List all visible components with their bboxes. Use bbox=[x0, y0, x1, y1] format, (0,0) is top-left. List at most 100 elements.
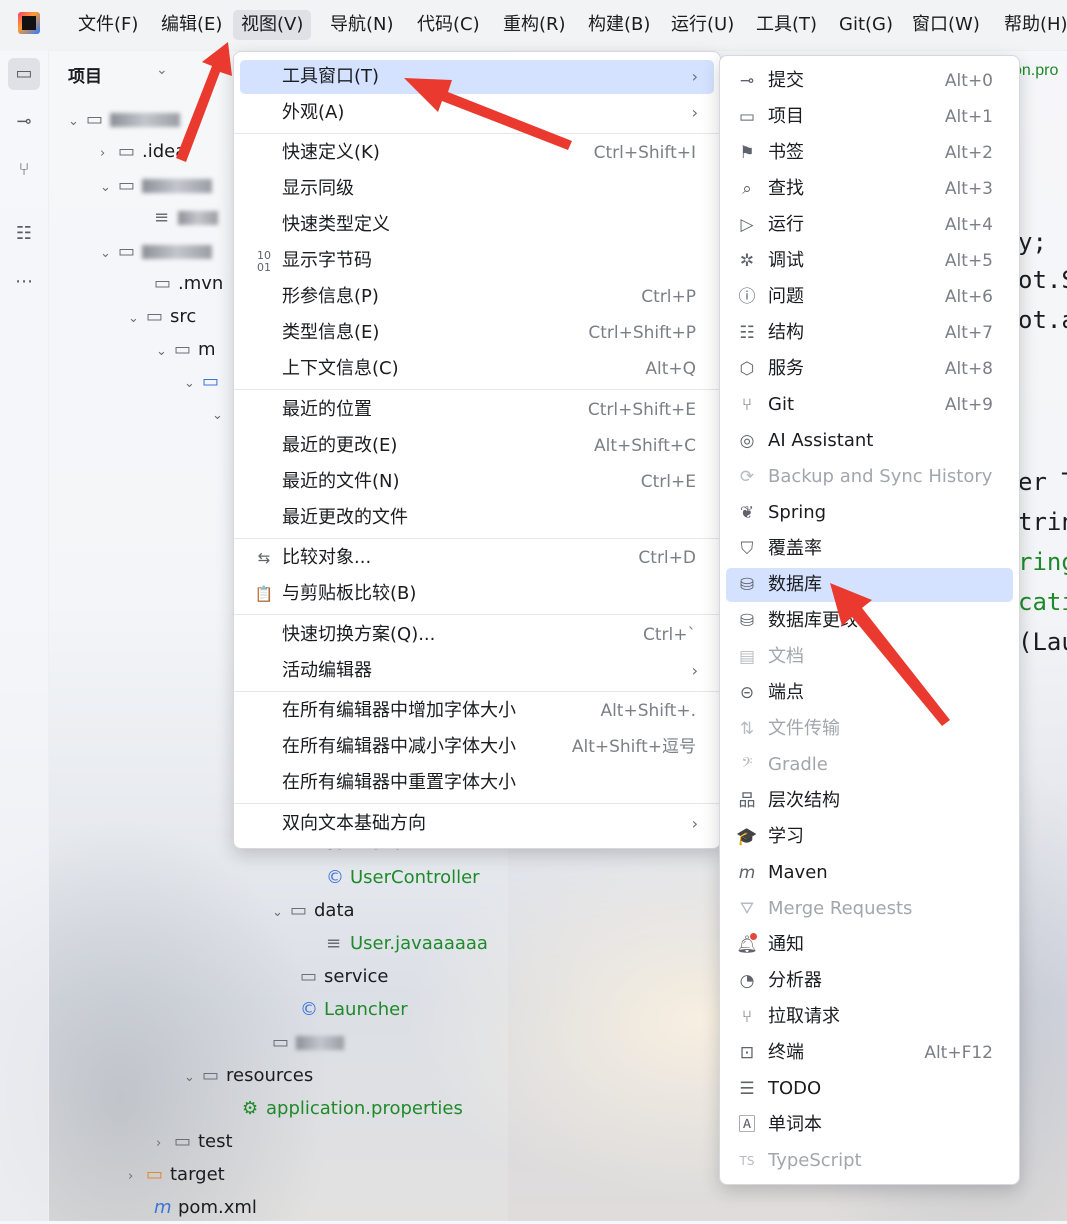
chevron-right-icon: › bbox=[691, 814, 698, 833]
menu-item-label: 提交 bbox=[768, 70, 804, 91]
tool-window-file-transfer[interactable]: ⇅ 文件传输 bbox=[726, 712, 1013, 746]
project-folder-icon[interactable]: ▭ bbox=[8, 58, 40, 90]
view-menu-quick-type-definition[interactable]: 快速类型定义 bbox=[240, 208, 714, 242]
tool-window-notifications[interactable]: 🔔︎ 通知 bbox=[726, 928, 1013, 962]
tree-row-usercontroller[interactable]: © UserController bbox=[326, 862, 480, 894]
tool-window-merge-requests[interactable]: ⛛ Merge Requests bbox=[726, 892, 1013, 926]
tree-label: User.javaaaaaa bbox=[350, 933, 488, 954]
tool-window-structure[interactable]: ☷ 结构 Alt+7 bbox=[726, 316, 1013, 350]
tool-window-endpoints[interactable]: ⊝ 端点 bbox=[726, 676, 1013, 710]
tool-window-documentation[interactable]: ▤ 文档 bbox=[726, 640, 1013, 674]
tree-row-main[interactable]: ⌄ ▭ m bbox=[156, 334, 216, 366]
tool-window-typescript[interactable]: TS TypeScript bbox=[726, 1144, 1013, 1178]
tool-window-todo[interactable]: ☰ TODO bbox=[726, 1072, 1013, 1106]
tool-window-ai-assistant[interactable]: ◎ AI Assistant bbox=[726, 424, 1013, 458]
menu-item-label: 类型信息(E) bbox=[282, 322, 380, 343]
view-menu-recently-changed-files[interactable]: 最近更改的文件 bbox=[240, 501, 714, 535]
tree-row-root[interactable]: ⌄ ▭ bbox=[68, 104, 180, 136]
tool-window-debug[interactable]: ✲ 调试 Alt+5 bbox=[726, 244, 1013, 278]
view-menu-show-siblings[interactable]: 显示同级 bbox=[240, 172, 714, 206]
tree-row-mvn[interactable]: ▭ .mvn bbox=[154, 268, 223, 300]
view-menu-recent-files[interactable]: 最近的文件(N) Ctrl+E bbox=[240, 465, 714, 499]
tool-window-hierarchy[interactable]: 品层次结构 bbox=[726, 784, 1013, 818]
tool-window-gradle[interactable]: 𝄢 Gradle bbox=[726, 748, 1013, 782]
tool-window-spring[interactable]: ❦ Spring bbox=[726, 496, 1013, 530]
view-menu-recent-locations[interactable]: 最近的位置 Ctrl+Shift+E bbox=[240, 393, 714, 427]
tree-row-resources[interactable]: ⌄ ▭ resources bbox=[184, 1060, 313, 1092]
view-menu-active-editor[interactable]: 活动编辑器 › bbox=[240, 654, 714, 688]
tool-window-database-changes[interactable]: ⛁ 数据库更改 bbox=[726, 604, 1013, 638]
tree-row-application-properties[interactable]: ⚙ application.properties bbox=[242, 1093, 463, 1125]
tree-row-java[interactable]: ⌄ ▭ bbox=[184, 366, 226, 398]
view-menu-decrease-font[interactable]: 在所有编辑器中减小字体大小 Alt+Shift+逗号 bbox=[240, 730, 714, 764]
menu-edit[interactable]: 编辑(E) bbox=[153, 10, 230, 40]
tool-window-database[interactable]: ⛁ 数据库 bbox=[726, 568, 1013, 602]
properties-icon: ⚙ bbox=[242, 1098, 259, 1119]
tool-window-project[interactable]: ▭ 项目 Alt+1 bbox=[726, 100, 1013, 134]
tree-row-service[interactable]: ▭ service bbox=[300, 961, 388, 993]
menu-build[interactable]: 构建(B) bbox=[580, 10, 658, 40]
menu-tools[interactable]: 工具(T) bbox=[748, 10, 825, 40]
view-menu-bidi-direction[interactable]: 双向文本基础方向 › bbox=[240, 807, 714, 841]
menu-run[interactable]: 运行(U) bbox=[663, 10, 742, 40]
menu-view[interactable]: 视图(V) bbox=[233, 10, 312, 40]
menu-code[interactable]: 代码(C) bbox=[409, 10, 488, 40]
tool-window-find[interactable]: ⌕ 查找 Alt+3 bbox=[726, 172, 1013, 206]
tool-window-git[interactable]: ⑂ Git Alt+9 bbox=[726, 388, 1013, 422]
view-menu-context-info[interactable]: 上下文信息(C) Alt+Q bbox=[240, 352, 714, 386]
view-menu-increase-font[interactable]: 在所有编辑器中增加字体大小 Alt+Shift+. bbox=[240, 694, 714, 728]
tool-window-terminal[interactable]: ⊡ 终端 Alt+F12 bbox=[726, 1036, 1013, 1070]
tool-window-maven[interactable]: m Maven bbox=[726, 856, 1013, 890]
terminal-icon: ⊡ bbox=[739, 1043, 755, 1063]
view-menu-reset-font[interactable]: 在所有编辑器中重置字体大小 bbox=[240, 766, 714, 800]
menu-help[interactable]: 帮助(H) bbox=[996, 10, 1067, 40]
commit-icon[interactable]: ⊸ bbox=[12, 110, 36, 134]
view-menu-type-info[interactable]: 类型信息(E) Ctrl+Shift+P bbox=[240, 316, 714, 350]
view-menu-parameter-info[interactable]: 形参信息(P) Ctrl+P bbox=[240, 280, 714, 314]
tool-window-pull-requests[interactable]: ⑂ 拉取请求 bbox=[726, 1000, 1013, 1034]
pull-requests-icon[interactable]: ⑂ bbox=[12, 158, 36, 182]
tool-window-problems[interactable]: ⓘ 问题 Alt+6 bbox=[726, 280, 1013, 314]
view-menu-quick-definition[interactable]: 快速定义(K) Ctrl+Shift+I bbox=[240, 136, 714, 170]
tree-row-module[interactable]: ⌄ ▭ bbox=[100, 236, 212, 268]
structure-icon[interactable]: ☷ bbox=[12, 222, 36, 246]
view-menu-compare-clipboard[interactable]: 📋 与剪贴板比较(B) bbox=[240, 577, 714, 611]
menu-navigate[interactable]: 导航(N) bbox=[322, 10, 402, 40]
tool-window-profiler[interactable]: ◔ 分析器 bbox=[726, 964, 1013, 998]
tree-row-target[interactable]: › ▭ target bbox=[128, 1159, 225, 1191]
view-menu-appearance[interactable]: 外观(A) › bbox=[240, 96, 714, 130]
tool-window-commit[interactable]: ⊸ 提交 Alt+0 bbox=[726, 64, 1013, 98]
view-menu-quick-switch-scheme[interactable]: 快速切换方案(Q)... Ctrl+` bbox=[240, 618, 714, 652]
tool-window-wordbook[interactable]: 🄰 单词本 bbox=[726, 1108, 1013, 1142]
tree-row-pom[interactable]: m pom.xml bbox=[154, 1192, 257, 1224]
more-icon[interactable]: ⋯ bbox=[12, 270, 36, 294]
view-menu-recent-changes[interactable]: 最近的更改(E) Alt+Shift+C bbox=[240, 429, 714, 463]
menu-git[interactable]: Git(G) bbox=[831, 10, 901, 40]
menu-window[interactable]: 窗口(W) bbox=[904, 10, 988, 40]
tool-window-services[interactable]: ⬡ 服务 Alt+8 bbox=[726, 352, 1013, 386]
view-menu-show-bytecode[interactable]: 10 01 显示字节码 bbox=[240, 244, 714, 278]
tree-row-idea[interactable]: › ▭ .idea bbox=[100, 136, 186, 168]
tree-row-blurred[interactable]: ⌄ ▭ bbox=[100, 170, 212, 202]
view-menu-compare-with[interactable]: ⇆ 比较对象... Ctrl+D bbox=[240, 541, 714, 575]
project-panel-title[interactable]: 项目 bbox=[68, 62, 102, 87]
tree-row-test[interactable]: › ▭ test bbox=[156, 1126, 233, 1158]
tree-row-blurred-file[interactable]: ≡ bbox=[154, 202, 218, 234]
tool-window-backup-sync[interactable]: ⟳ Backup and Sync History bbox=[726, 460, 1013, 494]
view-menu-tool-windows[interactable]: 工具窗口(T) › bbox=[240, 60, 714, 94]
tree-row-blurred-package[interactable]: ▭ bbox=[272, 1027, 344, 1059]
folder-icon: ▭ bbox=[174, 1131, 192, 1152]
tool-window-bookmarks[interactable]: ⚑ 书签 Alt+2 bbox=[726, 136, 1013, 170]
tree-row-package[interactable]: ⌄ bbox=[212, 398, 230, 430]
tree-row-launcher[interactable]: © Launcher bbox=[300, 994, 408, 1026]
tool-window-run[interactable]: ▷ 运行 Alt+4 bbox=[726, 208, 1013, 242]
tool-window-learn[interactable]: 🎓 学习 bbox=[726, 820, 1013, 854]
menu-refactor[interactable]: 重构(R) bbox=[495, 10, 574, 40]
tree-row-user[interactable]: ≡ User.javaaaaaa bbox=[326, 928, 488, 960]
tree-row-src[interactable]: ⌄ ▭ src bbox=[128, 301, 196, 333]
tool-window-coverage[interactable]: ⛉ 覆盖率 bbox=[726, 532, 1013, 566]
menu-file[interactable]: 文件(F) bbox=[70, 10, 146, 40]
chevron-down-icon[interactable]: ⌄ bbox=[156, 62, 168, 78]
tree-row-data[interactable]: ⌄ ▭ data bbox=[272, 895, 355, 927]
menu-item-label: 数据库更改 bbox=[768, 610, 858, 631]
